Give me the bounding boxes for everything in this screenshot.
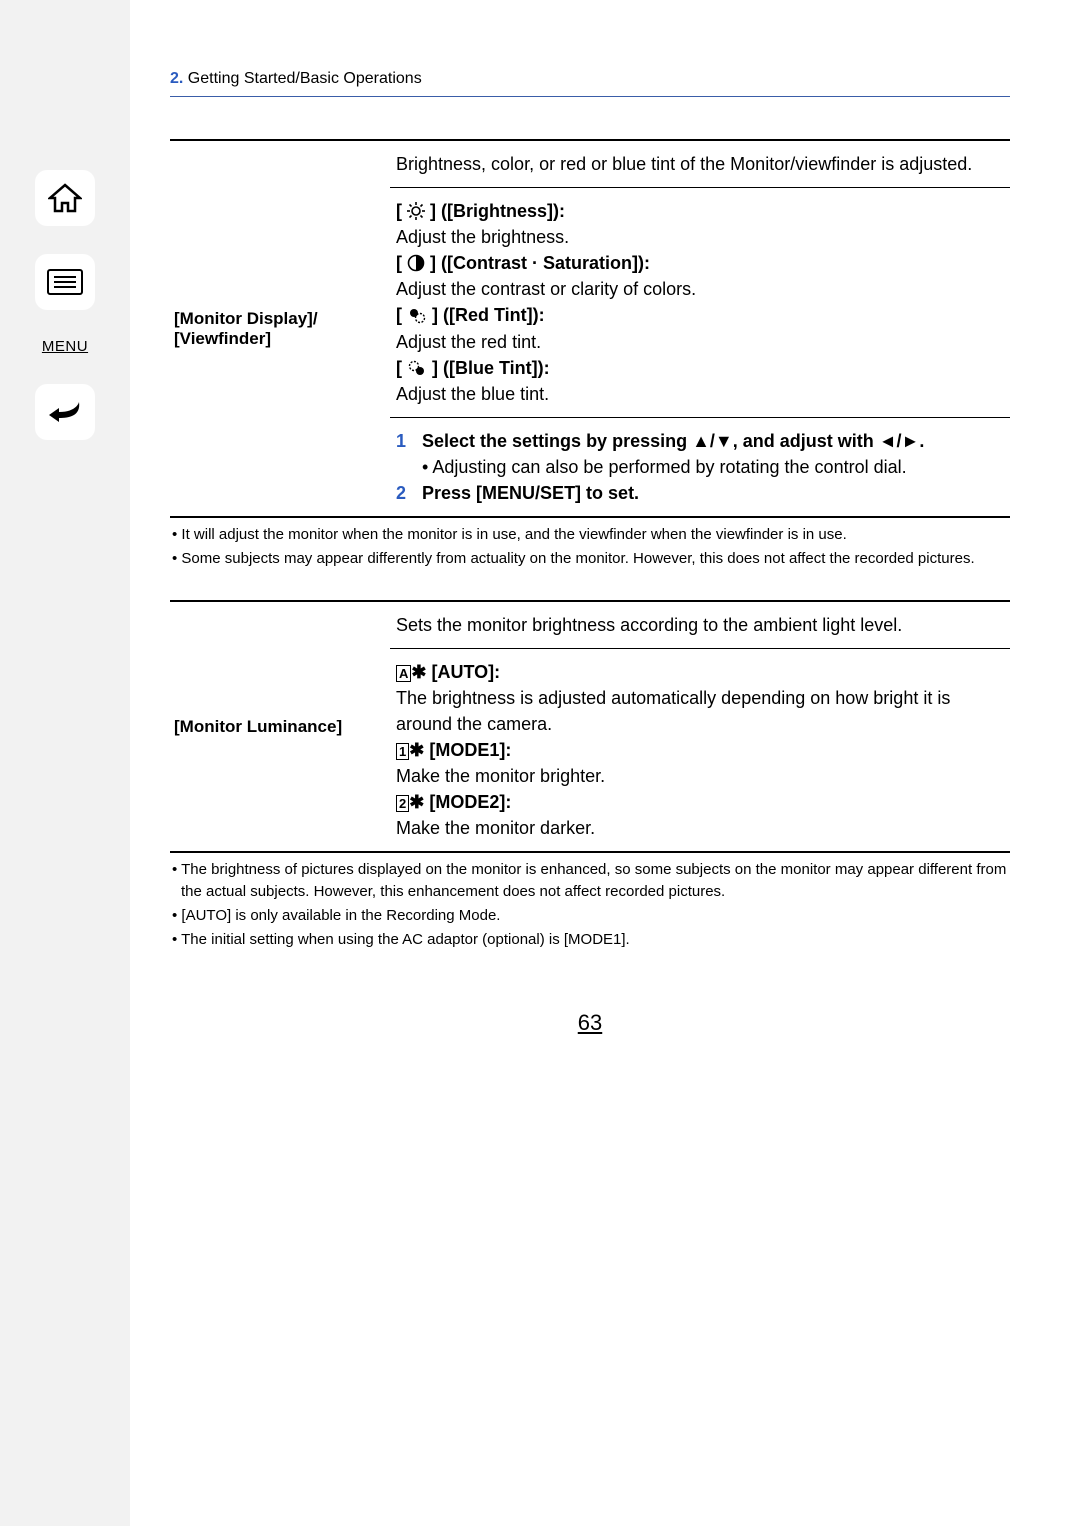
back-arrow-icon [47, 398, 83, 426]
brightness-icon [407, 202, 425, 220]
contrast-icon [407, 254, 425, 272]
back-button[interactable] [35, 384, 95, 440]
red-tint-icon [407, 306, 427, 324]
mode2-label: [MODE2]: [424, 792, 511, 812]
note-2-2: • [AUTO] is only available in the Record… [170, 905, 1010, 927]
mode2-text: Make the monitor darker. [396, 815, 1004, 841]
auto-mode-icon: A✱ [396, 662, 426, 682]
brightness-option-text: Adjust the brightness. [396, 224, 1004, 250]
mode2-icon: 2✱ [396, 792, 424, 812]
setting-detail-cell: Brightness, color, or red or blue tint o… [390, 141, 1010, 516]
mode1-text: Make the monitor brighter. [396, 763, 1004, 789]
red-tint-option-text: Adjust the red tint. [396, 329, 1004, 355]
step-2-number: 2 [396, 480, 406, 506]
brightness-option-label: ([Brightness]): [436, 201, 565, 221]
step-2-text: Press [MENU/SET] to set. [422, 480, 639, 506]
notes-block-1: • It will adjust the monitor when the mo… [170, 524, 1010, 570]
blue-tint-option-text: Adjust the blue tint. [396, 381, 1004, 407]
red-tint-option-label: ([Red Tint]): [438, 305, 545, 325]
note-2-1: • The brightness of pictures displayed o… [170, 859, 1010, 903]
step-1-number: 1 [396, 428, 406, 480]
blue-tint-option-label: ([Blue Tint]): [438, 358, 550, 378]
monitor-display-table: [Monitor Display]/ [Viewfinder] Brightne… [170, 139, 1010, 518]
setting-name-line2: [Viewfinder] [174, 329, 386, 349]
luminance-intro: Sets the monitor brightness according to… [390, 602, 1010, 648]
mode1-icon: 1✱ [396, 740, 424, 760]
note-1-2: • Some subjects may appear differently f… [170, 548, 1010, 570]
contrast-option-text: Adjust the contrast or clarity of colors… [396, 276, 1004, 302]
monitor-luminance-table: [Monitor Luminance] Sets the monitor bri… [170, 600, 1010, 854]
auto-mode-label: [AUTO]: [426, 662, 500, 682]
page-number: 63 [170, 1010, 1010, 1036]
luminance-detail-cell: Sets the monitor brightness according to… [390, 602, 1010, 852]
contrast-option-label: ([Contrast · Saturation]): [436, 253, 650, 273]
note-2-3: • The initial setting when using the AC … [170, 929, 1010, 951]
menu-button[interactable]: MENU [42, 338, 88, 356]
setting-name-line1: [Monitor Display]/ [174, 309, 386, 329]
auto-mode-text: The brightness is adjusted automatically… [396, 685, 1004, 737]
step-1-text: Select the settings by pressing ▲/▼, and… [422, 431, 924, 451]
mode1-label: [MODE1]: [424, 740, 511, 760]
setting-intro: Brightness, color, or red or blue tint o… [390, 141, 1010, 187]
home-icon [48, 183, 82, 213]
luminance-setting-name: [Monitor Luminance] [170, 602, 390, 852]
menu-label: MENU [42, 338, 88, 355]
home-button[interactable] [35, 170, 95, 226]
blue-tint-icon [407, 359, 427, 377]
sidebar: MENU [0, 0, 130, 1526]
chapter-title: Getting Started/Basic Operations [183, 70, 421, 87]
chapter-number: 2. [170, 70, 183, 87]
toc-button[interactable] [35, 254, 95, 310]
list-icon [47, 269, 83, 295]
notes-block-2: • The brightness of pictures displayed o… [170, 859, 1010, 950]
page-content: 2. Getting Started/Basic Operations [Mon… [130, 0, 1080, 1526]
step-1-subtext: • Adjusting can also be performed by rot… [422, 454, 924, 480]
setting-name-cell: [Monitor Display]/ [Viewfinder] [170, 141, 390, 516]
note-1-1: • It will adjust the monitor when the mo… [170, 524, 1010, 546]
chapter-header: 2. Getting Started/Basic Operations [170, 70, 1010, 97]
